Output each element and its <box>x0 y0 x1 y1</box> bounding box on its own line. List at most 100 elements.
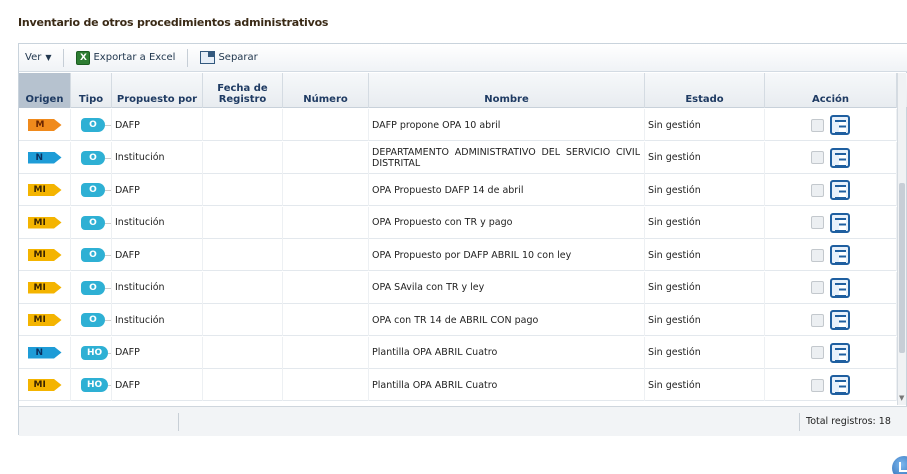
cell-text-propuesto: DAFP <box>115 379 140 391</box>
table-row[interactable]: N O Institución DEPARTAMENTO ADMINISTRATIVO… <box>19 141 899 174</box>
cell-nombre: OPA Propuesto DAFP 14 de abril <box>369 174 645 206</box>
column-header-accion[interactable]: Acción <box>765 73 897 108</box>
scroll-down-icon[interactable]: ▼ <box>899 394 904 402</box>
detail-icon[interactable] <box>830 115 850 135</box>
cell-fecha <box>203 206 283 239</box>
cell-nombre: OPA Propuesto por DAFP ABRIL 10 con ley <box>369 239 645 271</box>
cell-text-propuesto: Institución <box>115 217 165 228</box>
column-header-estado[interactable]: Estado <box>645 73 765 108</box>
cell-accion <box>765 369 897 401</box>
column-header-fecha-registro[interactable]: Fecha de Registro <box>203 73 283 108</box>
detail-icon[interactable] <box>830 277 850 298</box>
cell-origen: MI <box>19 271 71 304</box>
cell-tipo: O <box>71 174 112 206</box>
cell-text-nombre: OPA Propuesto con TR y pago <box>372 217 513 228</box>
cell-origen: MI <box>19 369 71 401</box>
cell-tipo: O <box>71 304 112 336</box>
checkbox-icon[interactable] <box>811 281 824 294</box>
separar-button[interactable]: Separar <box>194 44 263 72</box>
footer-divider <box>178 413 179 431</box>
cell-text-propuesto: DAFP <box>115 249 140 261</box>
cell-numero <box>283 109 369 141</box>
column-header-propuesto-por[interactable]: Propuesto por <box>112 73 203 108</box>
cell-fecha <box>203 174 283 206</box>
footer-divider <box>799 413 800 431</box>
cell-tipo: O <box>71 239 112 271</box>
column-header-origen[interactable]: Origen <box>19 73 71 108</box>
table-row[interactable]: MI O DAFP OPA Propuesto DAFP 14 de abril Sin… <box>19 174 899 206</box>
cell-tipo: O <box>71 271 112 304</box>
cell-text-propuesto: DAFP <box>115 347 140 358</box>
cell-propuesto: DAFP <box>112 369 203 401</box>
cell-propuesto: Institución <box>112 271 203 304</box>
detail-icon[interactable] <box>830 342 850 363</box>
cell-tipo: O <box>71 141 112 174</box>
export-excel-button[interactable]: X Exportar a Excel <box>70 44 181 72</box>
checkbox-icon[interactable] <box>811 118 824 132</box>
ver-menu-button[interactable]: Ver ▼ <box>19 44 57 72</box>
page-title: Inventario de otros procedimientos admin… <box>18 16 329 29</box>
detail-icon[interactable] <box>830 245 850 265</box>
table-row[interactable]: MI O Institución OPA SAvila con TR y ley Sin… <box>19 271 899 304</box>
vertical-scrollbar[interactable]: ▼ <box>897 73 906 405</box>
cell-text-propuesto: Institución <box>115 314 165 326</box>
cell-propuesto: Institución <box>112 141 203 174</box>
checkbox-icon[interactable] <box>811 378 824 392</box>
cell-nombre: DEPARTAMENTO ADMINISTRATIVO DEL SERVICIO… <box>369 141 645 174</box>
table-row[interactable]: MI O Institución OPA con TR 14 de ABRIL CON… <box>19 304 899 336</box>
cell-fecha <box>203 336 283 369</box>
cell-accion <box>765 109 897 141</box>
detail-icon[interactable] <box>830 375 850 395</box>
cell-estado: Sin gestión <box>645 304 765 336</box>
cell-fecha <box>203 304 283 336</box>
cell-fecha <box>203 271 283 304</box>
tipo-badge: HO <box>81 378 111 392</box>
checkbox-icon[interactable] <box>811 216 824 229</box>
column-header-nombre[interactable]: Nombre <box>369 73 645 108</box>
column-header-tipo[interactable]: Tipo <box>71 73 112 108</box>
cell-text-nombre: OPA Propuesto por DAFP ABRIL 10 con ley <box>372 249 572 261</box>
cell-text-nombre: OPA SAvila con TR y ley <box>372 282 485 293</box>
checkbox-icon[interactable] <box>811 313 824 327</box>
cell-origen: M <box>19 109 71 141</box>
table-row[interactable]: MI HO DAFP Plantilla OPA ABRIL Cuatro Sin ge… <box>19 369 899 401</box>
cell-numero <box>283 239 369 271</box>
cell-text-nombre: Plantilla OPA ABRIL Cuatro <box>372 379 498 391</box>
cell-accion <box>765 271 897 304</box>
ver-label: Ver <box>25 52 42 63</box>
cell-origen: N <box>19 336 71 369</box>
origen-badge: MI <box>27 314 62 326</box>
cell-estado: Sin gestión <box>645 206 765 239</box>
origen-badge: M <box>27 119 62 131</box>
cell-accion <box>765 336 897 369</box>
cell-nombre: Plantilla OPA ABRIL Cuatro <box>369 336 645 369</box>
tipo-badge: O <box>81 183 111 197</box>
cell-propuesto: DAFP <box>112 174 203 206</box>
checkbox-icon[interactable] <box>811 248 824 262</box>
checkbox-icon[interactable] <box>811 183 824 197</box>
cell-text-nombre: Plantilla OPA ABRIL Cuatro <box>372 347 498 358</box>
toolbar: Ver ▼ X Exportar a Excel Separar <box>19 44 907 72</box>
cell-estado: Sin gestión <box>645 271 765 304</box>
checkbox-icon[interactable] <box>811 151 824 164</box>
cell-text-estado: Sin gestión <box>648 347 701 358</box>
cell-text-nombre: OPA con TR 14 de ABRIL CON pago <box>372 314 539 326</box>
cell-numero <box>283 141 369 174</box>
table-row[interactable]: MI O Institución OPA Propuesto con TR y pag… <box>19 206 899 239</box>
scrollbar-thumb[interactable] <box>899 183 905 353</box>
cell-nombre: OPA SAvila con TR y ley <box>369 271 645 304</box>
detail-icon[interactable] <box>830 310 850 330</box>
detail-icon[interactable] <box>830 212 850 233</box>
table-row[interactable]: MI O DAFP OPA Propuesto por DAFP ABRIL 10 c… <box>19 239 899 271</box>
table-row[interactable]: M O DAFP DAFP propone OPA 10 abril Sin gesti… <box>19 109 899 141</box>
checkbox-icon[interactable] <box>811 346 824 359</box>
column-header-numero[interactable]: Número <box>283 73 369 108</box>
table-row[interactable]: N HO DAFP Plantilla OPA ABRIL Cuatro Sin ges… <box>19 336 899 369</box>
cell-tipo: O <box>71 109 112 141</box>
home-icon[interactable] <box>892 456 907 474</box>
cell-estado: Sin gestión <box>645 239 765 271</box>
detail-icon[interactable] <box>830 147 850 168</box>
detail-icon[interactable] <box>830 180 850 200</box>
cell-numero <box>283 271 369 304</box>
cell-propuesto: DAFP <box>112 336 203 369</box>
